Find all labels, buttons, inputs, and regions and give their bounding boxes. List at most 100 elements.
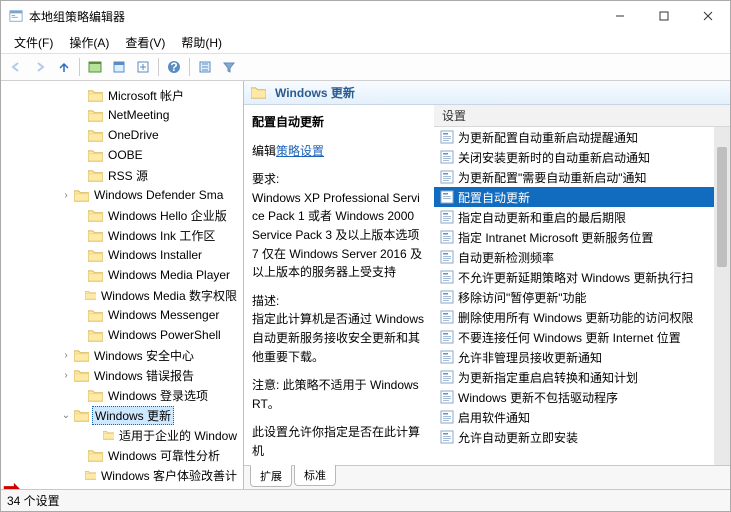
folder-icon bbox=[88, 309, 103, 322]
back-button[interactable] bbox=[5, 56, 27, 78]
close-button[interactable] bbox=[686, 1, 730, 31]
tree-item-label: Windows 客户体验改善计 bbox=[99, 467, 239, 484]
tree-item[interactable]: Windows Ink 工作区 bbox=[1, 225, 243, 245]
policy-list[interactable]: 为更新配置自动重新启动提醒通知关闭安装更新时的自动重新启动通知为更新配置"需要自… bbox=[434, 127, 730, 465]
content-area: Microsoft 帐户NetMeetingOneDriveOOBERSS 源›… bbox=[1, 81, 730, 489]
tree-item[interactable]: OneDrive bbox=[1, 125, 243, 145]
tab-standard[interactable]: 标准 bbox=[294, 465, 336, 486]
tree-item[interactable]: Windows Media Player bbox=[1, 265, 243, 285]
policy-label: 启用软件通知 bbox=[458, 409, 530, 426]
tree-item-label: Windows Media 数字权限 bbox=[99, 287, 239, 304]
tree-item[interactable]: 适用于企业的 Window bbox=[1, 425, 243, 445]
tree-item[interactable]: Windows Installer bbox=[1, 245, 243, 265]
tree-item[interactable]: Microsoft 帐户 bbox=[1, 85, 243, 105]
folder-icon bbox=[251, 86, 266, 99]
setting-icon bbox=[440, 310, 454, 324]
policy-item[interactable]: 允许自动更新立即安装 bbox=[434, 427, 730, 447]
policy-label: 不允许更新延期策略对 Windows 更新执行扫 bbox=[458, 269, 693, 286]
settings-column-header[interactable]: 设置 bbox=[434, 105, 730, 127]
policy-label: 允许自动更新立即安装 bbox=[458, 429, 578, 446]
tree-item[interactable]: ›Windows Defender Sma bbox=[1, 185, 243, 205]
filter-button[interactable] bbox=[218, 56, 240, 78]
tab-extended[interactable]: 扩展 bbox=[250, 465, 292, 487]
policy-item[interactable]: 允许非管理员接收更新通知 bbox=[434, 347, 730, 367]
policy-item[interactable]: 指定自动更新和重启的最后期限 bbox=[434, 207, 730, 227]
menu-action[interactable]: 操作(A) bbox=[62, 32, 116, 53]
tree-item[interactable]: ›Windows 错误报告 bbox=[1, 365, 243, 385]
policy-item[interactable]: 为更新指定重启启转换和通知计划 bbox=[434, 367, 730, 387]
tree-item[interactable]: Windows 客户体验改善计 bbox=[1, 465, 243, 485]
tree-item[interactable]: OOBE bbox=[1, 145, 243, 165]
policy-label: 删除使用所有 Windows 更新功能的访问权限 bbox=[458, 309, 693, 326]
folder-icon bbox=[88, 209, 103, 222]
policy-item[interactable]: 不允许更新延期策略对 Windows 更新执行扫 bbox=[434, 267, 730, 287]
tree-item-label: Windows Ink 工作区 bbox=[106, 227, 217, 244]
policy-item[interactable]: 为更新配置自动重新启动提醒通知 bbox=[434, 127, 730, 147]
tree-item-label: 适用于企业的 Window bbox=[117, 427, 239, 444]
up-button[interactable] bbox=[53, 56, 75, 78]
setting-icon bbox=[440, 410, 454, 424]
expand-icon[interactable]: › bbox=[59, 350, 73, 361]
tree-item[interactable]: Windows PowerShell bbox=[1, 325, 243, 345]
menu-view[interactable]: 查看(V) bbox=[118, 32, 172, 53]
menu-file[interactable]: 文件(F) bbox=[7, 32, 60, 53]
tree-item[interactable]: ›Windows 安全中心 bbox=[1, 345, 243, 365]
setting-icon bbox=[440, 370, 454, 384]
expand-icon[interactable]: › bbox=[59, 190, 73, 201]
show-hide-tree-button[interactable] bbox=[84, 56, 106, 78]
policy-label: 移除访问"暂停更新"功能 bbox=[458, 289, 587, 306]
policy-item[interactable]: 移除访问"暂停更新"功能 bbox=[434, 287, 730, 307]
tree-item[interactable]: ⌄ Windows 更新 bbox=[1, 405, 243, 425]
tree-item[interactable]: RSS 源 bbox=[1, 165, 243, 185]
toolbar: ? bbox=[1, 53, 730, 81]
policy-item[interactable]: 为更新配置"需要自动重新启动"通知 bbox=[434, 167, 730, 187]
folder-icon bbox=[74, 409, 89, 422]
export-button[interactable] bbox=[132, 56, 154, 78]
minimize-button[interactable] bbox=[598, 1, 642, 31]
tree-item[interactable]: Windows Hello 企业版 bbox=[1, 205, 243, 225]
policy-item[interactable]: 不要连接任何 Windows 更新 Internet 位置 bbox=[434, 327, 730, 347]
expand-icon[interactable]: › bbox=[59, 370, 73, 381]
policy-item[interactable]: 自动更新检测频率 bbox=[434, 247, 730, 267]
policy-item[interactable]: Windows 更新不包括驱动程序 bbox=[434, 387, 730, 407]
setting-icon bbox=[440, 190, 454, 204]
folder-icon bbox=[88, 109, 103, 122]
svg-text:?: ? bbox=[170, 60, 177, 74]
policy-item[interactable]: 指定 Intranet Microsoft 更新服务位置 bbox=[434, 227, 730, 247]
setting-icon bbox=[440, 270, 454, 284]
policy-item[interactable]: 关闭安装更新时的自动重新启动通知 bbox=[434, 147, 730, 167]
policy-label: 指定自动更新和重启的最后期限 bbox=[458, 209, 626, 226]
tree-item[interactable]: Windows 可靠性分析 bbox=[1, 445, 243, 465]
policy-label: Windows 更新不包括驱动程序 bbox=[458, 389, 618, 406]
menu-help[interactable]: 帮助(H) bbox=[174, 32, 229, 53]
policy-label: 为更新配置"需要自动重新启动"通知 bbox=[458, 169, 647, 186]
maximize-button[interactable] bbox=[642, 1, 686, 31]
tree-item[interactable]: NetMeeting bbox=[1, 105, 243, 125]
refresh-button[interactable] bbox=[194, 56, 216, 78]
policy-item[interactable]: 删除使用所有 Windows 更新功能的访问权限 bbox=[434, 307, 730, 327]
details-header: Windows 更新 bbox=[244, 81, 730, 105]
tree-item-label: Windows 更新 bbox=[92, 406, 174, 425]
policy-label: 指定 Intranet Microsoft 更新服务位置 bbox=[458, 229, 653, 246]
policy-item[interactable]: 配置自动更新 bbox=[434, 187, 730, 207]
tree-item[interactable]: Windows 登录选项 bbox=[1, 385, 243, 405]
tree-item[interactable]: Windows Messenger bbox=[1, 305, 243, 325]
properties-button[interactable] bbox=[108, 56, 130, 78]
folder-icon bbox=[88, 229, 103, 242]
policy-label: 为更新配置自动重新启动提醒通知 bbox=[458, 129, 638, 146]
policy-item[interactable]: 启用软件通知 bbox=[434, 407, 730, 427]
tree-item[interactable]: Windows Media 数字权限 bbox=[1, 285, 243, 305]
folder-icon bbox=[85, 289, 96, 302]
policy-label: 自动更新检测频率 bbox=[458, 249, 554, 266]
edit-policy-link[interactable]: 策略设置 bbox=[276, 144, 324, 158]
status-bar: 34 个设置 bbox=[1, 489, 730, 511]
folder-icon bbox=[74, 369, 89, 382]
tree-pane[interactable]: Microsoft 帐户NetMeetingOneDriveOOBERSS 源›… bbox=[1, 81, 244, 489]
tree-item-label: Windows Messenger bbox=[106, 308, 221, 322]
collapse-icon[interactable]: ⌄ bbox=[59, 410, 73, 421]
tree-item-label: Windows 可靠性分析 bbox=[106, 447, 222, 464]
help-button[interactable]: ? bbox=[163, 56, 185, 78]
scrollbar-vertical[interactable] bbox=[714, 127, 730, 465]
requirements-label: 要求: bbox=[252, 170, 424, 189]
forward-button[interactable] bbox=[29, 56, 51, 78]
